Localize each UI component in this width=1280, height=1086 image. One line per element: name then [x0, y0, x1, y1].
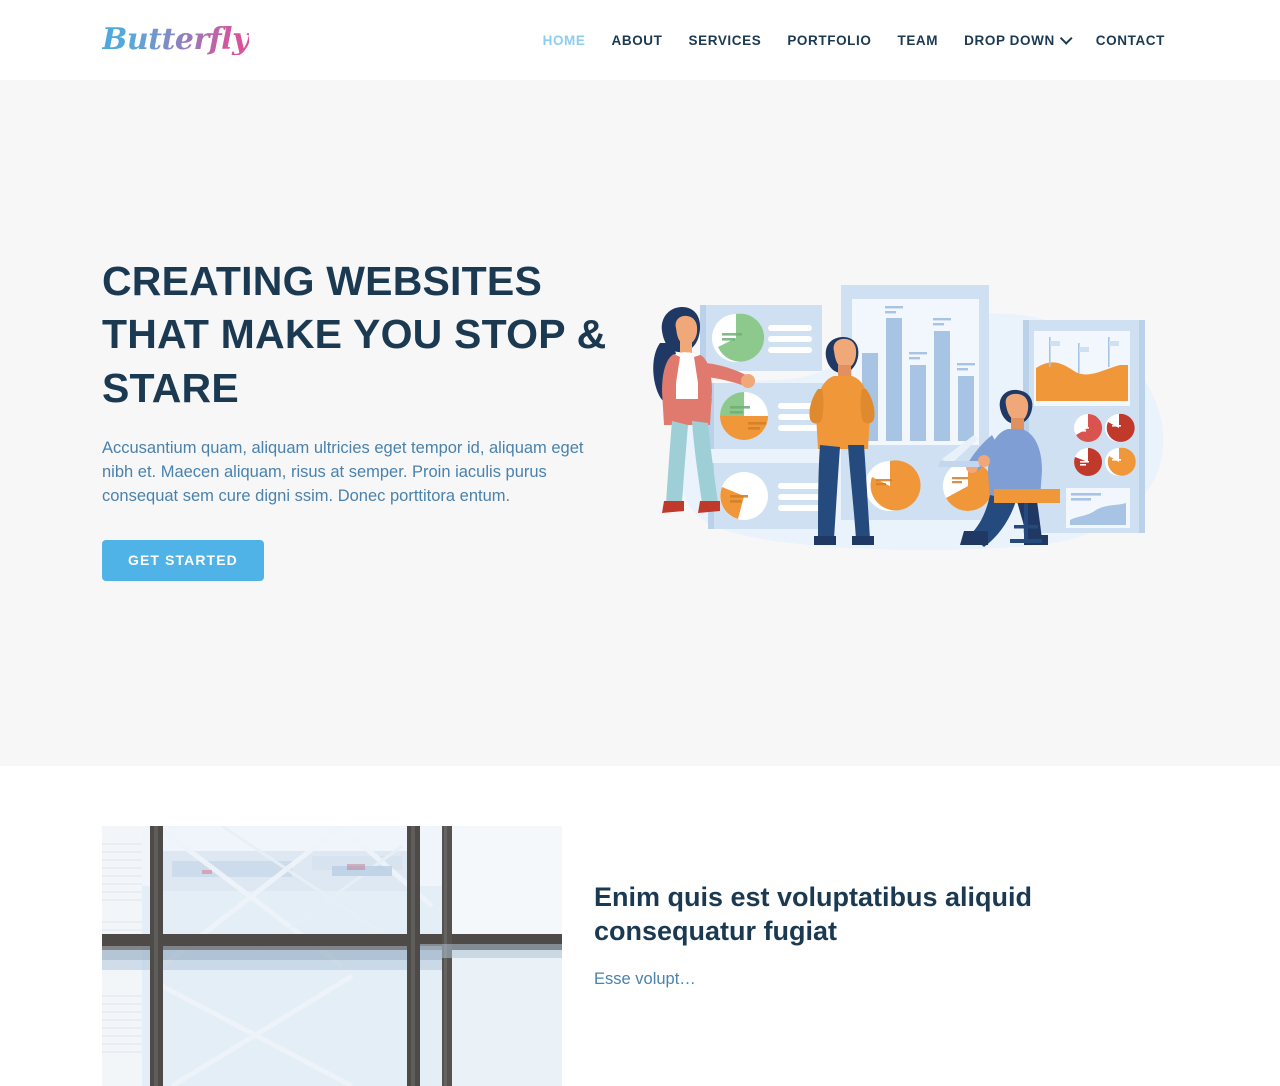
nav-item-label: DROP DOWN: [964, 32, 1055, 48]
main-navigation: HOME ABOUT SERVICES PORTFOLIO TEAM DROP …: [530, 27, 1178, 54]
about-title: Enim quis est voluptatibus aliquid conse…: [594, 882, 1033, 946]
about-body: Enim quis est voluptatibus aliquid conse…: [594, 826, 1178, 991]
nav-item-services[interactable]: SERVICES: [676, 27, 775, 54]
facade-svg: [102, 826, 562, 1086]
about-section: Enim quis est voluptatibus aliquid conse…: [0, 766, 1280, 1086]
nav-item-drop-down[interactable]: DROP DOWN: [951, 27, 1083, 54]
nav-item-home[interactable]: HOME: [530, 27, 599, 54]
nav-item-label: PORTFOLIO: [787, 32, 872, 48]
mini-line-card: [1066, 488, 1130, 528]
get-started-button[interactable]: GET STARTED: [102, 539, 264, 581]
nav-item-contact[interactable]: CONTACT: [1083, 27, 1178, 54]
chevron-down-icon: [1059, 31, 1073, 45]
nav-item-portfolio[interactable]: PORTFOLIO: [774, 27, 884, 54]
illustration-svg: [653, 285, 1164, 550]
nav-item-label: HOME: [542, 32, 586, 48]
nav-item-label: TEAM: [897, 32, 939, 48]
site-logo[interactable]: Butterfly: [102, 25, 250, 55]
hero-section: CREATING WEBSITES THAT MAKE YOU STOP & S…: [0, 80, 1280, 766]
site-header: Butterfly HOME ABOUT SERVICES PORTFOLIO …: [0, 0, 1280, 80]
nav-item-team[interactable]: TEAM: [884, 27, 951, 54]
nav-item-label: SERVICES: [688, 32, 762, 48]
hero-description: Accusantium quam, aliquam ultricies eget…: [102, 439, 584, 505]
nav-item-label: CONTACT: [1095, 32, 1165, 48]
glass-building-facade-photo: [102, 826, 562, 1086]
hero-copy: CREATING WEBSITES THAT MAKE YOU STOP & S…: [102, 255, 612, 591]
hero-title: CREATING WEBSITES THAT MAKE YOU STOP & S…: [102, 258, 607, 411]
nav-item-label: ABOUT: [611, 32, 663, 48]
about-description: Esse volupt…: [594, 969, 696, 988]
nav-item-about[interactable]: ABOUT: [599, 27, 676, 54]
business-analytics-illustration: [638, 273, 1178, 573]
